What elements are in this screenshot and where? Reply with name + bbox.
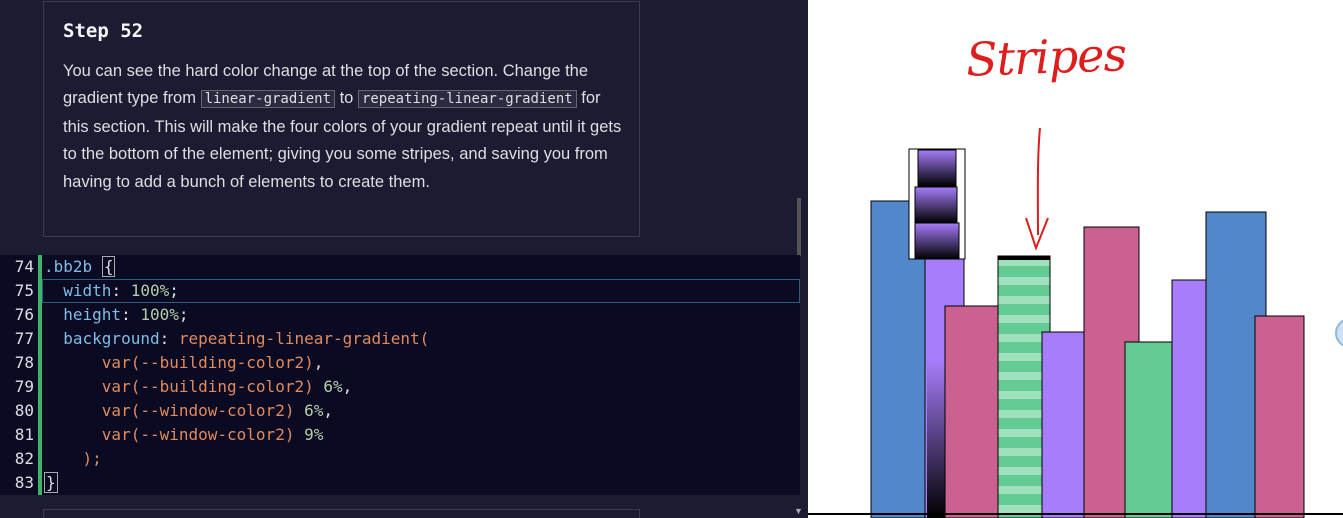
line-number: 78 bbox=[14, 353, 34, 372]
line-number: 74 bbox=[14, 257, 34, 276]
css-stop: 6% bbox=[323, 377, 343, 396]
building-purple-shadow bbox=[927, 360, 945, 518]
comma: , bbox=[342, 377, 353, 396]
instructions-and-editor-pane: Step 52 You can see the hard color chang… bbox=[0, 0, 805, 518]
stripes-annotation: Stripes bbox=[965, 27, 1127, 87]
css-selector: .bb2b bbox=[44, 257, 93, 276]
css-var: var(--building-color2) bbox=[101, 377, 314, 396]
code-editor[interactable]: 74 .bb2b { 75 width: 100%; 76 height: 10… bbox=[0, 255, 800, 495]
line-number: 82 bbox=[14, 449, 34, 468]
comma: , bbox=[323, 401, 333, 420]
css-stop: 6% bbox=[304, 401, 324, 420]
code-line[interactable]: 82 ); bbox=[0, 447, 800, 471]
code-line[interactable]: 80 var(--window-color2) 6%, bbox=[0, 399, 800, 423]
line-number: 75 bbox=[14, 281, 34, 300]
inline-code-linear-gradient: linear-gradient bbox=[200, 90, 336, 109]
step-title: Step 52 bbox=[63, 20, 144, 42]
css-value: 100% bbox=[130, 281, 170, 300]
inline-code-repeating-linear-gradient: repeating-linear-gradient bbox=[357, 90, 577, 109]
closing-paren: ); bbox=[82, 449, 102, 468]
preview-pane: Stripes bbox=[808, 0, 1343, 518]
line-number: 79 bbox=[14, 377, 34, 396]
code-line[interactable]: 75 width: 100%; bbox=[0, 279, 800, 303]
building-pink-right bbox=[1254, 315, 1305, 518]
line-number: 76 bbox=[14, 305, 34, 324]
instructions-panel: Step 52 You can see the hard color chang… bbox=[43, 1, 640, 237]
css-value: 100% bbox=[140, 305, 179, 324]
css-property: background bbox=[63, 329, 160, 348]
building-green-roof bbox=[998, 256, 1050, 260]
step-description: You can see the hard color change at the… bbox=[63, 58, 623, 196]
css-stop: 9% bbox=[304, 425, 324, 444]
line-number: 80 bbox=[14, 401, 34, 420]
css-property: height bbox=[63, 305, 122, 324]
code-line[interactable]: 74 .bb2b { bbox=[0, 255, 800, 279]
building-top-block bbox=[914, 222, 960, 260]
comma: , bbox=[313, 353, 324, 372]
open-brace: { bbox=[101, 256, 116, 277]
next-panel-edge bbox=[43, 509, 640, 518]
code-line[interactable]: 78 var(--building-color2), bbox=[0, 351, 800, 375]
code-line[interactable]: 76 height: 100%; bbox=[0, 303, 800, 327]
description-text: to bbox=[335, 89, 358, 108]
line-number: 77 bbox=[14, 329, 34, 348]
building-top-block bbox=[917, 149, 957, 187]
code-line[interactable]: 81 var(--window-color2) 9% bbox=[0, 423, 800, 447]
css-var: var(--window-color2) bbox=[101, 401, 295, 420]
building-pink bbox=[944, 305, 1001, 518]
code-line[interactable]: 79 var(--building-color2) 6%, bbox=[0, 375, 800, 399]
code-line[interactable]: 77 background: repeating-linear-gradient… bbox=[0, 327, 800, 351]
line-number: 81 bbox=[14, 425, 34, 444]
line-number: 83 bbox=[14, 473, 34, 492]
scroll-down-arrow-icon[interactable]: ▼ bbox=[794, 506, 803, 516]
annotation-arrow bbox=[1036, 127, 1041, 236]
css-function: repeating-linear-gradient( bbox=[178, 329, 430, 348]
css-var: var(--window-color2) bbox=[101, 425, 295, 444]
scrollbar-thumb[interactable] bbox=[797, 198, 801, 256]
css-var: var(--building-color2) bbox=[101, 353, 314, 372]
building-top-block bbox=[914, 186, 958, 224]
css-property: width bbox=[63, 281, 112, 300]
close-brace: } bbox=[44, 472, 58, 493]
code-line[interactable]: 83 } bbox=[0, 471, 800, 495]
